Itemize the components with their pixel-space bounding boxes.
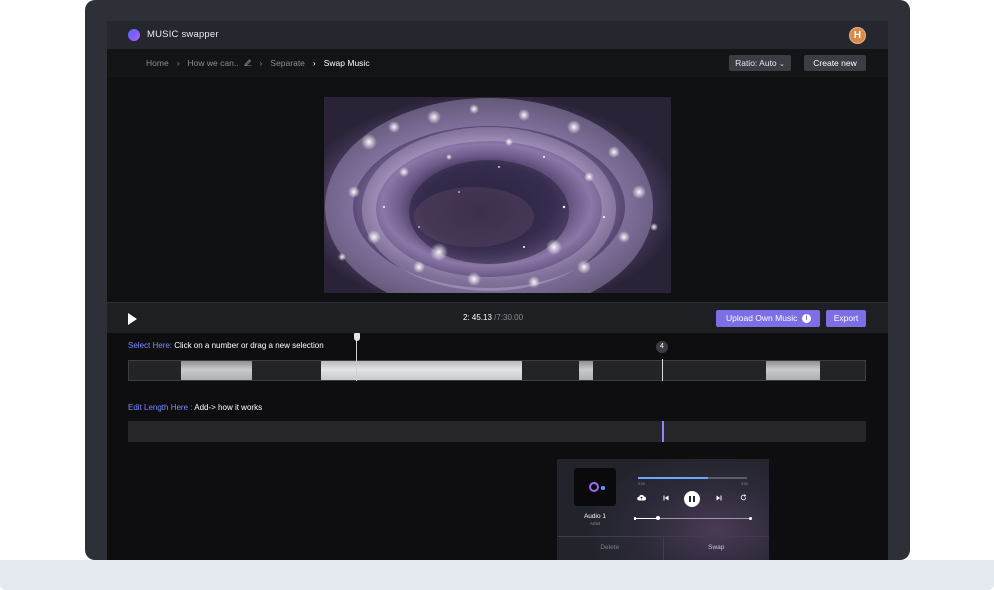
timeline-segment[interactable] bbox=[579, 361, 593, 380]
audio-thumbnail bbox=[574, 468, 616, 506]
logo-icon bbox=[128, 29, 140, 41]
current-time: 2: 45.13 bbox=[463, 313, 492, 322]
audio-time-end: 3:40 bbox=[741, 482, 748, 486]
chevron-down-icon: ⌄ bbox=[779, 61, 785, 68]
repeat-icon[interactable] bbox=[740, 494, 747, 505]
audio-artist: Artist bbox=[589, 521, 601, 526]
selection-marker[interactable]: 4 bbox=[656, 341, 668, 353]
nav-bar: Home › How we can.. › Separate › Swap Mu… bbox=[107, 49, 888, 77]
timecode: 2: 45.13 /7:30.00 bbox=[463, 313, 523, 322]
audio-time-start: 0:00 bbox=[638, 482, 645, 486]
ratio-label: Ratio: Auto bbox=[735, 58, 777, 68]
marker-line bbox=[662, 359, 663, 381]
selection-timeline[interactable] bbox=[128, 360, 866, 381]
selection-text: Click on a number or drag a new selectio… bbox=[172, 341, 324, 350]
edit-text: Add-> how it works bbox=[192, 403, 263, 412]
breadcrumb-separate[interactable]: Separate bbox=[270, 58, 305, 68]
video-preview[interactable] bbox=[324, 97, 671, 293]
ratio-dropdown[interactable]: Ratio: Auto ⌄ bbox=[729, 55, 791, 71]
cloud-upload-icon[interactable] bbox=[637, 494, 646, 505]
volume-handle[interactable] bbox=[656, 516, 660, 520]
volume-end-cap bbox=[749, 517, 752, 520]
audio-player-card: Audio 1 Artist 0:00 3:40 Delete Swap bbox=[557, 459, 769, 560]
audio-actions: Delete Swap bbox=[557, 536, 769, 560]
selection-hint: Select Here: bbox=[128, 341, 173, 350]
laptop-base bbox=[0, 560, 994, 590]
timeline-segment[interactable] bbox=[766, 361, 820, 380]
delete-button[interactable]: Delete bbox=[557, 537, 664, 560]
video-preview-area bbox=[107, 77, 888, 302]
swap-button[interactable]: Swap bbox=[664, 537, 770, 560]
app-title: MUSIC swapper bbox=[147, 29, 219, 40]
audio-logo-icon bbox=[589, 482, 599, 492]
breadcrumb-separator: › bbox=[312, 58, 316, 68]
pencil-icon[interactable] bbox=[244, 58, 252, 68]
audio-logo-dot bbox=[601, 486, 605, 490]
next-icon[interactable] bbox=[716, 495, 722, 505]
app-window: MUSIC swapper H Home › How we can.. › Se… bbox=[107, 21, 888, 560]
upload-music-button[interactable]: Upload Own Music i bbox=[716, 310, 820, 327]
edit-length-handle[interactable] bbox=[662, 421, 664, 442]
volume-start-cap bbox=[634, 517, 636, 520]
breadcrumb: Home › How we can.. › Separate › Swap Mu… bbox=[146, 49, 370, 77]
playhead-handle[interactable] bbox=[354, 333, 360, 341]
avatar[interactable]: H bbox=[849, 27, 866, 44]
export-button[interactable]: Export bbox=[826, 310, 866, 327]
audio-title: Audio 1 bbox=[583, 513, 607, 520]
pause-icon[interactable] bbox=[684, 491, 700, 507]
timeline-segment[interactable] bbox=[321, 361, 522, 380]
breadcrumb-home[interactable]: Home bbox=[146, 58, 169, 68]
previous-icon[interactable] bbox=[663, 495, 669, 505]
app-header: MUSIC swapper H bbox=[107, 21, 888, 49]
edit-length-track[interactable] bbox=[128, 421, 866, 442]
breadcrumb-current: Swap Music bbox=[323, 58, 370, 68]
playback-controls: 2: 45.13 /7:30.00 Upload Own Music i Exp… bbox=[107, 302, 888, 333]
volume-fill bbox=[635, 518, 658, 519]
create-new-button[interactable]: Create new bbox=[804, 55, 866, 71]
info-icon[interactable]: i bbox=[802, 314, 811, 323]
edit-hint: Edit Length Here : bbox=[128, 403, 193, 412]
timeline-segment[interactable] bbox=[181, 361, 252, 380]
playhead-line bbox=[356, 339, 357, 381]
edit-length-instructions: Edit Length Here : Add-> how it works bbox=[128, 403, 262, 412]
selection-instructions: Select Here: Click on a number or drag a… bbox=[128, 341, 324, 350]
breadcrumb-separator: › bbox=[259, 58, 263, 68]
breadcrumb-project[interactable]: How we can.. bbox=[188, 58, 239, 68]
upload-music-label: Upload Own Music bbox=[726, 313, 798, 323]
total-time: /7:30.00 bbox=[491, 313, 524, 322]
breadcrumb-separator: › bbox=[176, 58, 180, 68]
audio-progress-fill bbox=[638, 477, 708, 479]
play-icon[interactable] bbox=[128, 313, 137, 325]
